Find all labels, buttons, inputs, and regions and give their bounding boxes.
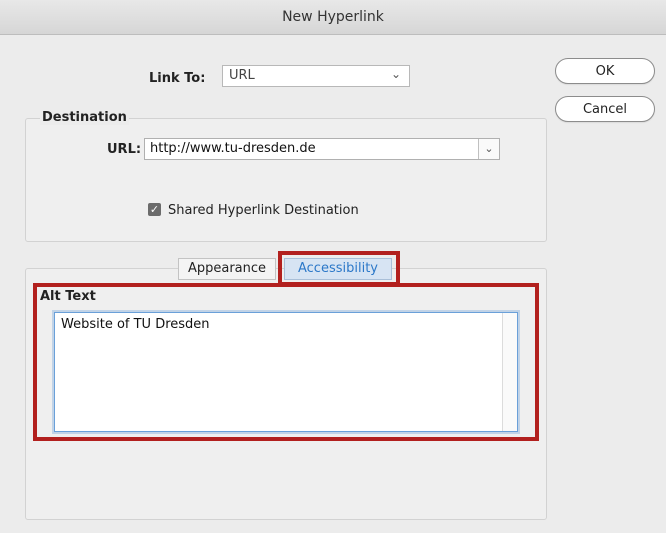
chevron-down-icon[interactable]: ⌄	[478, 139, 499, 159]
destination-group	[25, 118, 547, 242]
tab-appearance-label: Appearance	[187, 261, 267, 276]
url-field[interactable]: http://www.tu-dresden.de	[150, 141, 316, 156]
chevron-down-icon: ⌄	[390, 67, 401, 81]
tab-appearance[interactable]: Appearance	[178, 258, 276, 280]
dialog-titlebar: New Hyperlink	[0, 0, 666, 35]
ok-button-label: OK	[595, 64, 615, 79]
ok-button[interactable]: OK	[555, 58, 655, 84]
link-to-value: URL	[229, 68, 255, 83]
checkmark-icon: ✓	[149, 203, 160, 216]
link-to-select[interactable]: URL ⌄	[222, 65, 410, 87]
tab-highlight-box	[278, 251, 400, 286]
dialog-title: New Hyperlink	[282, 9, 384, 25]
alt-text-highlight-box	[33, 283, 539, 441]
cancel-button-label: Cancel	[582, 102, 628, 117]
url-label: URL:	[107, 142, 142, 157]
destination-title: Destination	[40, 110, 129, 125]
url-combobox[interactable]: http://www.tu-dresden.de ⌄	[144, 138, 500, 160]
link-to-label: Link To:	[149, 71, 206, 86]
shared-destination-checkbox[interactable]: ✓	[148, 203, 161, 216]
shared-destination-label[interactable]: Shared Hyperlink Destination	[168, 203, 359, 218]
cancel-button[interactable]: Cancel	[555, 96, 655, 122]
